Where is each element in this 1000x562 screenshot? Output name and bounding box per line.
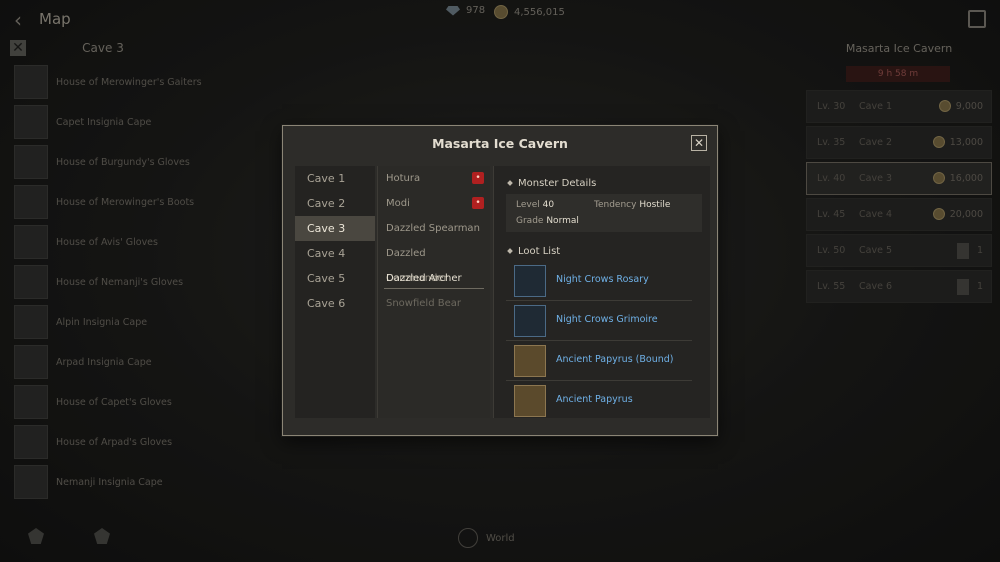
list-item[interactable]: House of Arpad's Gloves bbox=[14, 422, 264, 462]
monster-item[interactable]: Hotura • bbox=[378, 166, 490, 191]
list-item[interactable]: House of Burgundy's Gloves bbox=[14, 142, 264, 182]
cave-entry-list: Lv. 30 Cave 1 9,000 Lv. 35 Cave 2 13,000 L… bbox=[806, 90, 992, 306]
gold-coin-icon bbox=[494, 5, 508, 19]
gem-currency: 978 bbox=[446, 5, 485, 16]
modal-title: Masarta Ice Cavern bbox=[432, 136, 568, 151]
left-list-title: Cave 3 bbox=[82, 41, 124, 55]
exit-icon[interactable] bbox=[968, 10, 986, 28]
gem-icon bbox=[446, 5, 460, 16]
details-header: Monster Details bbox=[507, 178, 596, 189]
item-icon bbox=[14, 225, 48, 259]
page-title: Map bbox=[39, 10, 71, 28]
item-icon bbox=[14, 385, 48, 419]
tab-cave-3[interactable]: Cave 3 bbox=[295, 216, 375, 241]
item-list: House of Merowinger's Gaiters Capet Insi… bbox=[14, 62, 264, 502]
item-icon bbox=[14, 425, 48, 459]
monster-item[interactable]: Dazzled Commander bbox=[378, 241, 490, 284]
monster-list: Hotura • Modi • Dazzled Spearman Dazzled C… bbox=[377, 166, 490, 418]
papyrus-icon bbox=[514, 345, 546, 377]
gold-currency: 4,556,015 bbox=[494, 5, 565, 19]
monster-item-selected[interactable]: Dazzled Archer bbox=[378, 266, 490, 291]
cave-entry-row[interactable]: Lv. 50 Cave 5 1 bbox=[806, 234, 992, 267]
gem-count: 978 bbox=[466, 5, 486, 16]
world-label: World bbox=[486, 532, 515, 544]
cave-entry-row-selected[interactable]: Lv. 40 Cave 3 16,000 bbox=[806, 162, 992, 195]
list-item[interactable]: Alpin Insignia Cape bbox=[14, 302, 264, 342]
world-button[interactable]: World bbox=[458, 528, 515, 548]
scroll-icon bbox=[957, 243, 969, 259]
papyrus-icon bbox=[514, 385, 546, 417]
emblem-icon[interactable] bbox=[28, 528, 44, 544]
item-icon bbox=[14, 465, 48, 499]
boss-tag-icon: • bbox=[472, 197, 484, 209]
list-item[interactable]: House of Nemanji's Gloves bbox=[14, 262, 264, 302]
monster-detail-panel: Monster Details Level 40 Tendency Hostil… bbox=[493, 166, 710, 418]
loot-item[interactable]: Night Crows Rosary bbox=[506, 262, 692, 301]
monster-item[interactable]: Snowfield Bear bbox=[378, 291, 490, 316]
gold-count: 4,556,015 bbox=[514, 6, 565, 18]
item-icon bbox=[14, 145, 48, 179]
list-item[interactable]: House of Merowinger's Boots bbox=[14, 182, 264, 222]
gold-coin-icon bbox=[932, 172, 945, 184]
cave-entry-row[interactable]: Lv. 55 Cave 6 1 bbox=[806, 270, 992, 303]
diamond-bullet-icon bbox=[507, 248, 513, 254]
right-panel-title: Masarta Ice Cavern bbox=[845, 42, 953, 55]
tab-cave-1[interactable]: Cave 1 bbox=[295, 166, 375, 191]
tab-cave-6[interactable]: Cave 6 bbox=[295, 291, 375, 316]
crest-icon[interactable] bbox=[94, 528, 110, 544]
diamond-bullet-icon bbox=[507, 180, 513, 186]
list-item[interactable]: House of Capet's Gloves bbox=[14, 382, 264, 422]
timer-badge: 9 h 58 m bbox=[846, 66, 950, 82]
item-icon bbox=[14, 105, 48, 139]
gold-coin-icon bbox=[932, 136, 945, 148]
item-icon bbox=[14, 65, 48, 99]
cave-entry-row[interactable]: Lv. 35 Cave 2 13,000 bbox=[806, 126, 992, 159]
item-icon bbox=[14, 265, 48, 299]
loot-item[interactable]: Ancient Papyrus bbox=[506, 382, 692, 420]
cave-entry-row[interactable]: Lv. 30 Cave 1 9,000 bbox=[806, 90, 992, 123]
tab-cave-4[interactable]: Cave 4 bbox=[295, 241, 375, 266]
item-icon bbox=[14, 305, 48, 339]
bottom-icons bbox=[28, 528, 110, 544]
list-item[interactable]: Capet Insignia Cape bbox=[14, 102, 264, 142]
cave-entry-row[interactable]: Lv. 45 Cave 4 20,000 bbox=[806, 198, 992, 231]
list-item[interactable]: House of Merowinger's Gaiters bbox=[14, 62, 264, 102]
boss-tag-icon: • bbox=[472, 172, 484, 184]
tab-cave-5[interactable]: Cave 5 bbox=[295, 266, 375, 291]
rosary-icon bbox=[514, 265, 546, 297]
list-item[interactable]: House of Avis' Gloves bbox=[14, 222, 264, 262]
back-arrow-icon[interactable]: ‹ bbox=[14, 8, 22, 32]
cave-tabs: Cave 1 Cave 2 Cave 3 Cave 4 Cave 5 Cave … bbox=[295, 166, 375, 418]
left-list-header: ✕ Cave 3 bbox=[8, 40, 264, 58]
loot-item[interactable]: Night Crows Grimoire bbox=[506, 302, 692, 341]
loot-header: Loot List bbox=[507, 246, 560, 257]
compass-icon bbox=[458, 528, 478, 548]
dungeon-info-modal: Masarta Ice Cavern ✕ Cave 1 Cave 2 Cave … bbox=[282, 125, 718, 436]
loot-item[interactable]: Ancient Papyrus (Bound) bbox=[506, 342, 692, 381]
item-icon bbox=[14, 345, 48, 379]
top-bar: ‹ Map 978 4,556,015 bbox=[0, 0, 1000, 36]
gold-coin-icon bbox=[938, 100, 951, 112]
item-icon bbox=[14, 185, 48, 219]
monster-item[interactable]: Modi • bbox=[378, 191, 490, 216]
list-item[interactable]: Arpad Insignia Cape bbox=[14, 342, 264, 382]
gold-coin-icon bbox=[932, 208, 945, 220]
grimoire-icon bbox=[514, 305, 546, 337]
scroll-icon bbox=[957, 279, 969, 295]
close-icon[interactable]: ✕ bbox=[691, 135, 707, 151]
list-item[interactable]: Nemanji Insignia Cape bbox=[14, 462, 264, 502]
monster-item[interactable]: Dazzled Spearman bbox=[378, 216, 490, 241]
tab-cave-2[interactable]: Cave 2 bbox=[295, 191, 375, 216]
details-box: Level 40 Tendency Hostile Grade Normal bbox=[506, 194, 702, 232]
